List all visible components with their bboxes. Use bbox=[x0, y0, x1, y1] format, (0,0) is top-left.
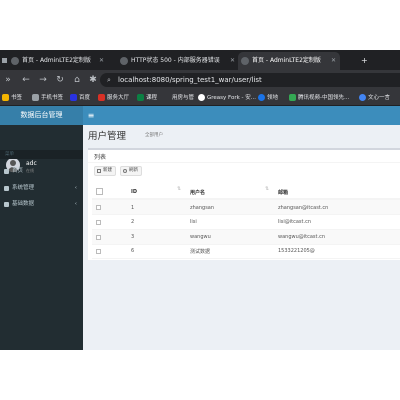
wenxin-icon bbox=[359, 94, 366, 101]
cell-email: zhangsan@itcast.cn bbox=[278, 205, 329, 211]
baidu-icon bbox=[70, 94, 77, 101]
table-header bbox=[92, 185, 400, 200]
page-subtitle: 全部用户 bbox=[145, 133, 163, 138]
table-row bbox=[92, 244, 400, 259]
row-checkbox[interactable] bbox=[96, 205, 101, 210]
file-icon bbox=[97, 169, 101, 173]
nav-header: 菜单 bbox=[0, 150, 83, 159]
cogs-icon bbox=[4, 186, 9, 191]
new-tab-button[interactable]: + bbox=[358, 52, 372, 70]
browser-tab-3-active[interactable]: 首页 - AdminLTE2定制版 ✕ bbox=[238, 52, 340, 70]
table-row bbox=[92, 200, 400, 215]
close-tab-icon[interactable]: ✕ bbox=[230, 52, 235, 70]
sort-icon[interactable]: ⇅ bbox=[177, 186, 181, 192]
column-header-username[interactable]: 用户名 bbox=[190, 189, 205, 196]
row-checkbox[interactable] bbox=[96, 220, 101, 225]
cell-username: lisi bbox=[190, 219, 197, 225]
tab-title: HTTP状态 500 - 内部服务器错误 bbox=[131, 57, 220, 64]
bookmark-item[interactable]: 服务大厅 bbox=[98, 92, 129, 104]
bookmark-item[interactable]: 腾讯视频-中国领先... bbox=[289, 92, 349, 104]
cell-id: 2 bbox=[131, 219, 135, 225]
column-header-email[interactable]: 邮箱 bbox=[278, 189, 288, 196]
cell-username: 测试数据 bbox=[190, 249, 211, 255]
bookmark-item[interactable]: 百度 bbox=[70, 92, 90, 104]
cell-id: 1 bbox=[131, 205, 135, 211]
page-favicon-icon bbox=[241, 57, 249, 65]
reload-icon[interactable]: ↻ bbox=[54, 73, 66, 87]
refresh-button[interactable]: 刷新 bbox=[120, 166, 142, 176]
select-all-checkbox[interactable] bbox=[96, 188, 103, 195]
forward-icon[interactable]: → bbox=[37, 73, 49, 87]
table-row bbox=[92, 215, 400, 230]
bookmark-item[interactable]: 书签 bbox=[2, 92, 22, 104]
globe-icon bbox=[258, 94, 265, 101]
cell-email: wangwu@itcast.cn bbox=[278, 234, 325, 240]
page-title: 用户管理 bbox=[88, 131, 127, 142]
folder-icon bbox=[4, 202, 9, 207]
sidebar-item-system[interactable]: 系统管理 ‹ bbox=[0, 180, 83, 197]
bottom-band bbox=[0, 350, 400, 400]
extension-icon[interactable]: ✱ bbox=[87, 73, 99, 87]
refresh-icon bbox=[123, 169, 127, 173]
main-header bbox=[83, 106, 400, 125]
course-icon bbox=[137, 94, 144, 101]
greasy-fork-icon bbox=[198, 94, 205, 101]
folder-icon bbox=[98, 94, 105, 101]
row-checkbox[interactable] bbox=[96, 249, 101, 254]
close-tab-icon[interactable]: ✕ bbox=[331, 52, 336, 70]
chevron-left-icon: ‹ bbox=[74, 201, 77, 207]
tab-title: 首页 - AdminLTE2定制版 bbox=[252, 57, 321, 64]
bookmark-item[interactable]: 课程 bbox=[137, 92, 157, 104]
cell-email: lisi@itcast.cn bbox=[278, 219, 312, 225]
window-icon bbox=[0, 52, 8, 70]
url-text: localhost:8080/spring_test1_war/user/lis… bbox=[118, 76, 262, 84]
cell-id: 3 bbox=[131, 234, 135, 240]
home-icon[interactable]: ⌂ bbox=[71, 73, 83, 87]
browser-tab-1[interactable]: 首页 - AdminLTE2定制版 ✕ bbox=[8, 52, 108, 70]
bookmark-item[interactable]: 领地 bbox=[258, 92, 278, 104]
cell-id: 6 bbox=[131, 248, 135, 254]
cell-username: zhangsan bbox=[190, 205, 215, 211]
page-favicon-icon bbox=[120, 57, 128, 65]
search-icon: ⌕ bbox=[107, 76, 111, 84]
brand-logo[interactable]: 数据后台管理 bbox=[0, 106, 83, 125]
back-icon[interactable]: ← bbox=[20, 73, 32, 87]
chevron-left-icon: ‹ bbox=[74, 185, 77, 191]
bookmark-item[interactable]: 用房与管 bbox=[163, 92, 194, 104]
menu-toggle-icon[interactable]: ≡ bbox=[86, 106, 96, 125]
bookmark-item[interactable]: 手机书签 bbox=[32, 92, 63, 104]
video-icon bbox=[289, 94, 296, 101]
box-title: 列表 bbox=[94, 154, 107, 161]
sidebar-toggle-icon[interactable]: » bbox=[2, 73, 14, 87]
bookmark-item[interactable]: Greasy Fork - 安... bbox=[198, 92, 256, 104]
star-icon bbox=[2, 94, 9, 101]
divider bbox=[88, 162, 400, 163]
phone-icon bbox=[32, 94, 39, 101]
sidebar bbox=[0, 106, 83, 350]
page-favicon-icon bbox=[11, 57, 19, 65]
column-header-id[interactable]: ID bbox=[131, 189, 137, 195]
sidebar-item-basedata[interactable]: 基础数据 ‹ bbox=[0, 196, 83, 213]
top-band bbox=[0, 0, 400, 50]
tab-title: 首页 - AdminLTE2定制版 bbox=[22, 57, 91, 64]
cell-username: wangwu bbox=[190, 234, 211, 240]
new-button[interactable]: 新建 bbox=[94, 166, 116, 176]
sort-icon[interactable]: ⇅ bbox=[265, 186, 269, 192]
home-icon bbox=[4, 169, 9, 174]
row-checkbox[interactable] bbox=[96, 235, 101, 240]
sidebar-item-home[interactable]: 首页 bbox=[0, 163, 83, 180]
bookmark-item[interactable]: 文心一言 bbox=[359, 92, 390, 104]
table-row bbox=[92, 230, 400, 245]
close-tab-icon[interactable]: ✕ bbox=[99, 52, 104, 70]
cell-email: 1533221205@ bbox=[278, 248, 315, 254]
browser-tab-2[interactable]: HTTP状态 500 - 内部服务器错误 ✕ bbox=[117, 52, 239, 70]
